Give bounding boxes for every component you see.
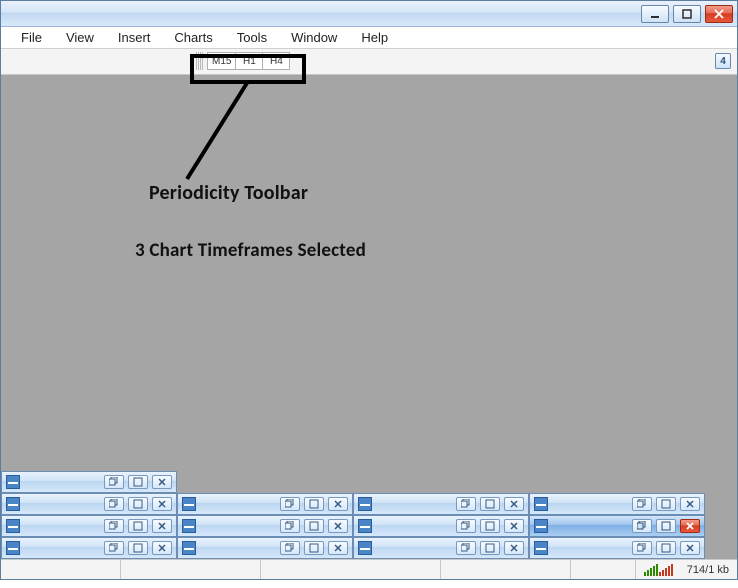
minimized-window-active[interactable] <box>529 515 705 537</box>
app-window: File View Insert Charts Tools Window Hel… <box>0 0 738 580</box>
menu-view[interactable]: View <box>54 28 106 47</box>
chart-icon <box>358 497 372 511</box>
toolbar-grip-icon[interactable] <box>196 52 204 70</box>
mini-maximize-button[interactable] <box>480 541 500 555</box>
minimized-window[interactable] <box>177 515 353 537</box>
mini-close-button[interactable] <box>328 519 348 533</box>
mini-close-button[interactable] <box>152 541 172 555</box>
mini-close-button[interactable] <box>504 519 524 533</box>
timeframe-m15-button[interactable]: M15 <box>207 52 236 70</box>
minimized-windows <box>1 471 737 559</box>
mini-maximize-button[interactable] <box>304 519 324 533</box>
mini-restore-button[interactable] <box>456 541 476 555</box>
menu-tools[interactable]: Tools <box>225 28 279 47</box>
minimized-window[interactable] <box>529 493 705 515</box>
chart-icon <box>182 519 196 533</box>
chart-icon <box>182 497 196 511</box>
mini-maximize-button[interactable] <box>128 541 148 555</box>
mini-restore-button[interactable] <box>104 497 124 511</box>
mini-maximize-button[interactable] <box>480 497 500 511</box>
mini-restore-button[interactable] <box>456 497 476 511</box>
minimized-window[interactable] <box>1 493 177 515</box>
chart-icon <box>534 541 548 555</box>
status-cell <box>261 560 441 579</box>
mini-restore-button[interactable] <box>280 497 300 511</box>
mini-maximize-button[interactable] <box>656 497 676 511</box>
annotation-label-1: Periodicity Toolbar <box>149 181 308 205</box>
mini-maximize-button[interactable] <box>304 541 324 555</box>
mini-close-button[interactable] <box>504 541 524 555</box>
status-cell <box>571 560 636 579</box>
timeframe-h1-button[interactable]: H1 <box>235 52 263 70</box>
chart-icon <box>6 475 20 489</box>
mini-restore-button[interactable] <box>104 475 124 489</box>
statusbar: 714/1 kb <box>1 559 737 579</box>
mini-close-button[interactable] <box>680 519 700 533</box>
maximize-button[interactable] <box>673 5 701 23</box>
window-count-badge[interactable]: 4 <box>715 53 731 69</box>
mini-maximize-button[interactable] <box>128 475 148 489</box>
minimized-window[interactable] <box>353 537 529 559</box>
menu-window[interactable]: Window <box>279 28 349 47</box>
mini-maximize-button[interactable] <box>656 541 676 555</box>
minimized-window[interactable] <box>353 515 529 537</box>
minimized-window[interactable] <box>1 471 177 493</box>
chart-icon <box>6 519 20 533</box>
mini-close-button[interactable] <box>152 519 172 533</box>
status-traffic: 714/1 kb <box>687 564 729 576</box>
chart-icon <box>6 497 20 511</box>
minimize-button[interactable] <box>641 5 669 23</box>
mini-close-button[interactable] <box>152 475 172 489</box>
menu-charts[interactable]: Charts <box>162 28 224 47</box>
mini-restore-button[interactable] <box>632 541 652 555</box>
mini-close-button[interactable] <box>328 541 348 555</box>
mini-restore-button[interactable] <box>632 497 652 511</box>
periodicity-toolbar: M15 H1 H4 <box>196 50 289 72</box>
mini-maximize-button[interactable] <box>128 497 148 511</box>
mini-maximize-button[interactable] <box>304 497 324 511</box>
mini-restore-button[interactable] <box>632 519 652 533</box>
chart-icon <box>534 519 548 533</box>
chart-icon <box>6 541 20 555</box>
mini-restore-button[interactable] <box>104 541 124 555</box>
minimized-window[interactable] <box>177 493 353 515</box>
mini-close-button[interactable] <box>152 497 172 511</box>
toolbar: M15 H1 H4 4 <box>1 49 737 75</box>
mini-close-button[interactable] <box>680 497 700 511</box>
menu-file[interactable]: File <box>9 28 54 47</box>
menubar: File View Insert Charts Tools Window Hel… <box>1 27 737 49</box>
status-cell <box>121 560 261 579</box>
connection-bars-icon <box>644 564 673 576</box>
chart-icon <box>534 497 548 511</box>
mini-close-button[interactable] <box>504 497 524 511</box>
annotation-label-2: 3 Chart Timeframes Selected <box>135 239 366 262</box>
chart-icon <box>358 541 372 555</box>
close-button[interactable] <box>705 5 733 23</box>
menu-insert[interactable]: Insert <box>106 28 163 47</box>
status-connection[interactable]: 714/1 kb <box>636 564 737 576</box>
menu-help[interactable]: Help <box>349 28 400 47</box>
mini-restore-button[interactable] <box>280 519 300 533</box>
mini-close-button[interactable] <box>680 541 700 555</box>
mini-maximize-button[interactable] <box>480 519 500 533</box>
mini-restore-button[interactable] <box>104 519 124 533</box>
status-cell <box>1 560 121 579</box>
status-cell <box>441 560 571 579</box>
mini-close-button[interactable] <box>328 497 348 511</box>
minimized-window[interactable] <box>353 493 529 515</box>
chart-area: Periodicity Toolbar 3 Chart Timeframes S… <box>1 75 737 559</box>
minimized-window[interactable] <box>1 515 177 537</box>
minimized-window[interactable] <box>177 537 353 559</box>
titlebar <box>1 1 737 27</box>
chart-icon <box>358 519 372 533</box>
mini-maximize-button[interactable] <box>656 519 676 533</box>
chart-icon <box>182 541 196 555</box>
mini-restore-button[interactable] <box>280 541 300 555</box>
mini-restore-button[interactable] <box>456 519 476 533</box>
mini-maximize-button[interactable] <box>128 519 148 533</box>
timeframe-h4-button[interactable]: H4 <box>262 52 290 70</box>
minimized-window[interactable] <box>1 537 177 559</box>
minimized-window[interactable] <box>529 537 705 559</box>
